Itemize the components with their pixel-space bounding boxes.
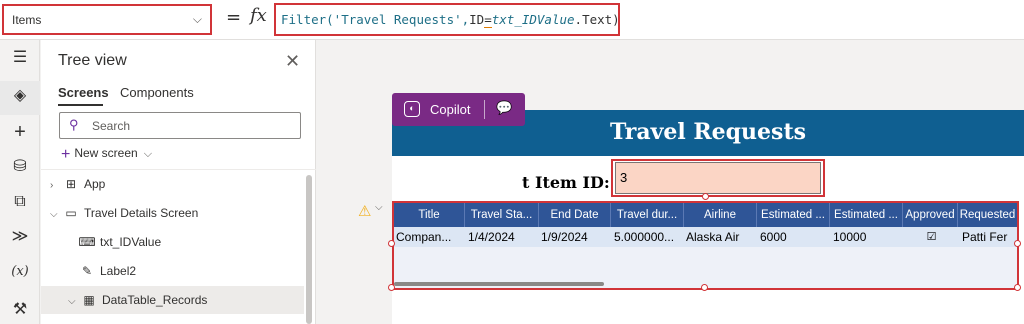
chevron-down-icon: ⌵ (68, 296, 76, 307)
copilot-label: Copilot (430, 102, 471, 117)
copilot-icon: ◐ (404, 101, 420, 117)
tree-view-title: Tree view (58, 52, 127, 69)
tree-node-datatable[interactable]: ⌵ ▦ DataTable_Records (68, 293, 207, 307)
tree-node-app[interactable]: › ⊞ App (50, 177, 105, 191)
property-value: Items (12, 13, 42, 27)
divider (41, 169, 316, 170)
left-rail: ☰ ◈ + ⛁ ⧉ ≫ (x) ⚒ (0, 40, 40, 324)
label-edit-icon: ✎ (81, 264, 93, 278)
chevron-down-icon: ⌵ (50, 209, 58, 220)
advanced-tools-icon[interactable]: ⚒ (10, 300, 30, 320)
data-cylinder-icon[interactable]: ⛁ (10, 157, 30, 177)
close-icon[interactable]: ✕ (285, 51, 300, 72)
resize-handle[interactable] (388, 240, 395, 247)
insert-plus-icon[interactable]: + (10, 122, 30, 142)
tree-node-label2[interactable]: ✎ Label2 (78, 264, 136, 278)
tree-view-panel: Tree view ✕ Screens Components ⚲ +New sc… (41, 40, 316, 324)
chevron-right-icon: › (50, 180, 54, 191)
formula-part: .Text) (574, 12, 620, 27)
chat-icon[interactable]: 💬 (496, 100, 512, 116)
tree-node-label: txt_IDValue (100, 235, 162, 249)
equals-sign: = (226, 7, 242, 28)
formula-part: Filter('Travel Requests', (281, 12, 470, 27)
formula-part: ID (469, 12, 485, 27)
chevron-down-icon: ⌵ (192, 12, 202, 26)
resize-handle[interactable] (702, 193, 709, 200)
new-screen-label: New screen (74, 146, 138, 160)
tab-active-underline (58, 104, 103, 106)
table-icon: ▦ (83, 293, 95, 307)
search-input[interactable] (92, 117, 292, 135)
text-input-icon: ⌨ (78, 235, 96, 249)
tab-components[interactable]: Components (120, 85, 194, 100)
formula-input[interactable]: Filter('Travel Requests',ID=txt_IDValue.… (274, 3, 620, 36)
divider (484, 100, 485, 119)
layers-icon[interactable]: ◈ (10, 86, 30, 106)
hamburger-menu-icon[interactable]: ☰ (10, 48, 30, 68)
tree-node-label: DataTable_Records (102, 293, 208, 307)
tree-node-screen[interactable]: ⌵ ▭ Travel Details Screen (50, 206, 198, 220)
tree-node-label: Travel Details Screen (84, 206, 199, 220)
id-label: t Item ID: (522, 173, 610, 192)
media-icon[interactable]: ⧉ (10, 192, 30, 212)
tree-node-label: Label2 (100, 264, 137, 278)
search-box: ⚲ (59, 112, 301, 139)
plus-icon: + (61, 146, 71, 163)
formula-part: txt_IDValue (491, 12, 575, 27)
warning-icon[interactable]: ⚠ (358, 202, 371, 220)
variables-icon[interactable]: (x) (10, 262, 30, 282)
copilot-button[interactable]: ◐ Copilot 💬 (392, 93, 525, 126)
property-dropdown[interactable]: Items ⌵ (2, 4, 212, 35)
resize-handle[interactable] (1014, 240, 1021, 247)
formula-text: Filter('Travel Requests',ID=txt_IDValue.… (281, 12, 620, 28)
chevron-down-icon[interactable]: ⌵ (375, 202, 383, 213)
search-icon: ⚲ (69, 117, 79, 132)
selection-frame (392, 201, 1019, 290)
resize-handle[interactable] (701, 284, 708, 291)
new-screen-button[interactable]: + New screen ⌵ (61, 146, 152, 164)
screen-icon: ▭ (65, 206, 77, 220)
resize-handle[interactable] (388, 284, 395, 291)
tree-scrollbar[interactable] (306, 175, 312, 324)
resize-handle[interactable] (1014, 284, 1021, 291)
formula-part: = (484, 12, 492, 28)
chevron-down-icon: ⌵ (143, 148, 153, 160)
tree-node-label: App (84, 177, 106, 191)
formula-bar: Items ⌵ = fx Filter('Travel Requests',ID… (0, 0, 1024, 40)
power-apps-studio: Items ⌵ = fx Filter('Travel Requests',ID… (0, 0, 1024, 324)
app-icon: ⊞ (65, 177, 77, 191)
fx-icon: fx (250, 5, 267, 26)
id-text-input[interactable]: 3 (615, 162, 821, 194)
tree-node-txt-idvalue[interactable]: ⌨ txt_IDValue (78, 235, 161, 249)
tab-screens[interactable]: Screens (58, 85, 109, 100)
power-automate-icon[interactable]: ≫ (10, 227, 30, 247)
